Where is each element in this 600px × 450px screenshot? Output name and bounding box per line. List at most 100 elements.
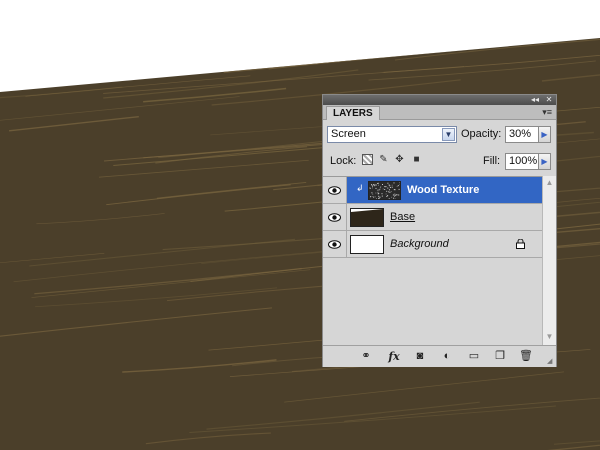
noise-speck — [381, 193, 383, 195]
noise-speck — [385, 193, 387, 195]
noise-speck — [390, 191, 392, 193]
tab-layers[interactable]: LAYERS — [326, 106, 380, 120]
noise-speck — [371, 196, 373, 197]
noise-speck — [392, 194, 394, 196]
visibility-toggle[interactable] — [323, 177, 347, 203]
layer-name[interactable]: Base — [390, 211, 415, 224]
noise-speck — [398, 188, 400, 190]
noise-speck — [389, 185, 391, 187]
visibility-toggle[interactable] — [323, 204, 347, 230]
new-layer-icon[interactable]: ❐ — [493, 350, 507, 363]
adjustment-layer-icon[interactable]: ◐ — [439, 350, 455, 363]
noise-speck — [386, 190, 388, 192]
layer-row-background[interactable]: Background — [323, 231, 542, 258]
noise-speck — [394, 195, 396, 197]
lock-label: Lock: — [330, 155, 357, 167]
noise-speck — [374, 185, 376, 187]
collapse-panel-icon[interactable]: ◂◂ — [529, 95, 541, 105]
layer-name[interactable]: Wood Texture — [407, 184, 479, 197]
noise-speck — [378, 184, 379, 186]
opacity-field[interactable]: 30% — [505, 126, 539, 143]
layers-scrollbar[interactable]: ▲ ▼ — [542, 176, 556, 345]
noise-speck — [397, 185, 399, 187]
link-layers-icon[interactable]: ⚭ — [357, 350, 375, 363]
fill-field[interactable]: 100% — [505, 153, 539, 170]
new-group-icon[interactable]: ▭ — [467, 350, 481, 363]
noise-speck — [393, 197, 395, 199]
layer-thumbnail[interactable] — [368, 181, 401, 200]
resize-grip-icon[interactable]: ◢ — [547, 358, 555, 366]
noise-speck — [379, 196, 381, 198]
layer-row-wood-texture[interactable]: ↲ Wood Texture — [323, 177, 542, 204]
add-mask-icon[interactable]: ◙ — [413, 350, 427, 363]
noise-speck — [378, 198, 380, 200]
noise-speck — [396, 194, 398, 196]
noise-speck — [386, 195, 388, 197]
noise-speck — [369, 187, 371, 189]
noise-speck — [388, 191, 390, 193]
noise-speck — [373, 196, 375, 198]
layers-list: ↲ Wood Texture Base Background — [323, 176, 542, 346]
noise-speck — [372, 185, 374, 186]
noise-speck — [376, 198, 377, 200]
noise-speck — [375, 187, 377, 189]
noise-speck — [374, 196, 376, 198]
lock-image-pixels-icon[interactable]: ✎ — [378, 154, 389, 165]
delete-layer-icon[interactable]: 🗑 — [519, 350, 533, 363]
layer-thumbnail[interactable] — [350, 235, 384, 254]
fill-slider-arrow-icon[interactable]: ▶ — [538, 153, 551, 170]
noise-speck — [379, 188, 381, 190]
close-panel-icon[interactable]: ✕ — [543, 95, 555, 105]
layer-thumbnail[interactable] — [350, 208, 384, 227]
noise-speck — [374, 184, 376, 186]
lock-position-icon[interactable]: ✥ — [394, 154, 405, 165]
chevron-down-icon[interactable]: ▼ — [442, 128, 455, 141]
noise-speck — [381, 195, 383, 197]
noise-speck — [375, 192, 377, 194]
opacity-slider-arrow-icon[interactable]: ▶ — [538, 126, 551, 143]
noise-speck — [385, 186, 387, 188]
scroll-down-icon[interactable]: ▼ — [544, 332, 555, 342]
noise-speck — [396, 185, 398, 187]
noise-speck — [375, 184, 377, 186]
noise-texture-icon — [369, 182, 401, 200]
visibility-toggle[interactable] — [323, 231, 347, 257]
layer-style-fx-icon[interactable]: fx — [385, 350, 403, 363]
noise-speck — [393, 182, 395, 184]
layer-name[interactable]: Background — [390, 238, 449, 251]
noise-speck — [372, 193, 374, 195]
noise-speck — [391, 184, 393, 186]
eye-icon[interactable] — [328, 213, 341, 222]
lock-all-icon[interactable]: ■ — [411, 154, 422, 165]
noise-speck — [391, 186, 393, 188]
lock-transparent-pixels-icon[interactable] — [362, 154, 373, 165]
noise-speck — [394, 189, 396, 191]
scroll-up-icon[interactable]: ▲ — [544, 178, 555, 188]
noise-speck — [378, 192, 380, 194]
layers-panel: ◂◂ ✕ LAYERS ▾≡ Screen ▼ Opacity: 30% ▶ L… — [322, 94, 557, 367]
panel-bottom-bar: ⚭ fx ◙ ◐ ▭ ❐ 🗑 ◢ — [323, 345, 556, 367]
eye-icon[interactable] — [328, 186, 341, 195]
opacity-label: Opacity: — [461, 128, 502, 140]
noise-speck — [387, 182, 389, 184]
noise-speck — [378, 189, 380, 191]
blend-row: Screen ▼ Opacity: 30% ▶ — [323, 124, 556, 146]
noise-speck — [377, 192, 379, 193]
blend-mode-value: Screen — [331, 128, 366, 140]
noise-speck — [370, 196, 371, 198]
lock-row: Lock: ✎ ✥ ■ Fill: 100% ▶ — [323, 151, 556, 173]
fill-label: Fill: — [483, 155, 501, 167]
noise-speck — [388, 198, 390, 200]
eye-icon[interactable] — [328, 240, 341, 249]
noise-speck — [379, 187, 381, 188]
panel-title-bar[interactable]: ◂◂ ✕ — [323, 95, 556, 105]
noise-speck — [398, 194, 400, 196]
noise-speck — [371, 192, 373, 194]
noise-speck — [388, 189, 390, 191]
noise-speck — [372, 187, 373, 189]
blend-mode-select[interactable]: Screen ▼ — [327, 126, 457, 143]
panel-menu-icon[interactable]: ▾≡ — [542, 106, 552, 118]
layer-row-base[interactable]: Base — [323, 204, 542, 231]
noise-speck — [389, 191, 391, 193]
noise-speck — [382, 184, 383, 185]
